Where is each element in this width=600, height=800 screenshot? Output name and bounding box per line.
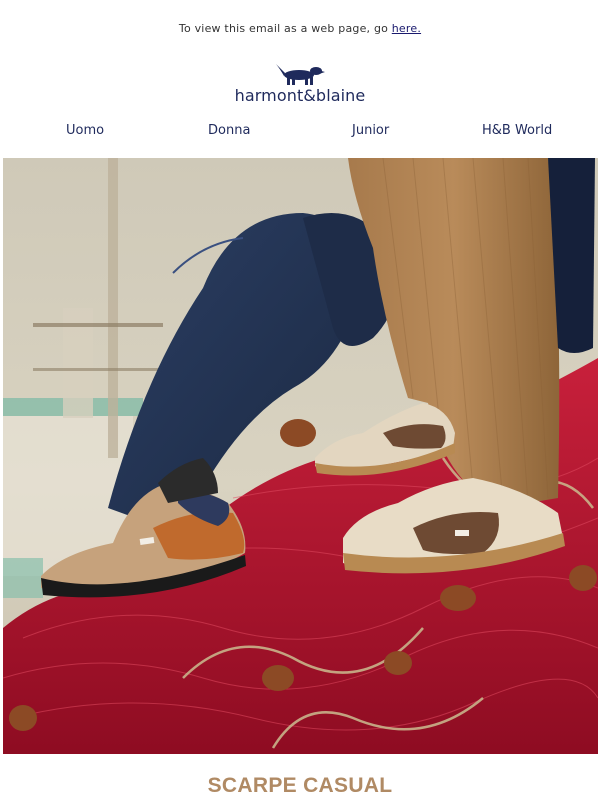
main-nav: Uomo Donna Junior H&B World xyxy=(0,123,600,141)
preheader-text: To view this email as a web page, go xyxy=(178,22,389,35)
nav-item-junior[interactable]: Junior xyxy=(352,123,389,138)
dachshund-icon xyxy=(276,64,325,85)
preheader: To view this email as a web page, go her… xyxy=(0,22,600,35)
nav-item-hb-world[interactable]: H&B World xyxy=(482,123,552,138)
nav-item-uomo[interactable]: Uomo xyxy=(66,123,104,138)
section-title: SCARPE CASUAL xyxy=(207,774,393,797)
brand-logo[interactable]: harmont&blaine xyxy=(0,62,600,105)
hero-image[interactable] xyxy=(3,158,598,754)
hero-illustration xyxy=(3,158,598,754)
view-web-page-link[interactable]: here. xyxy=(392,22,421,35)
brand-wordmark: harmont&blaine xyxy=(234,86,366,105)
nav-item-donna[interactable]: Donna xyxy=(208,123,250,138)
